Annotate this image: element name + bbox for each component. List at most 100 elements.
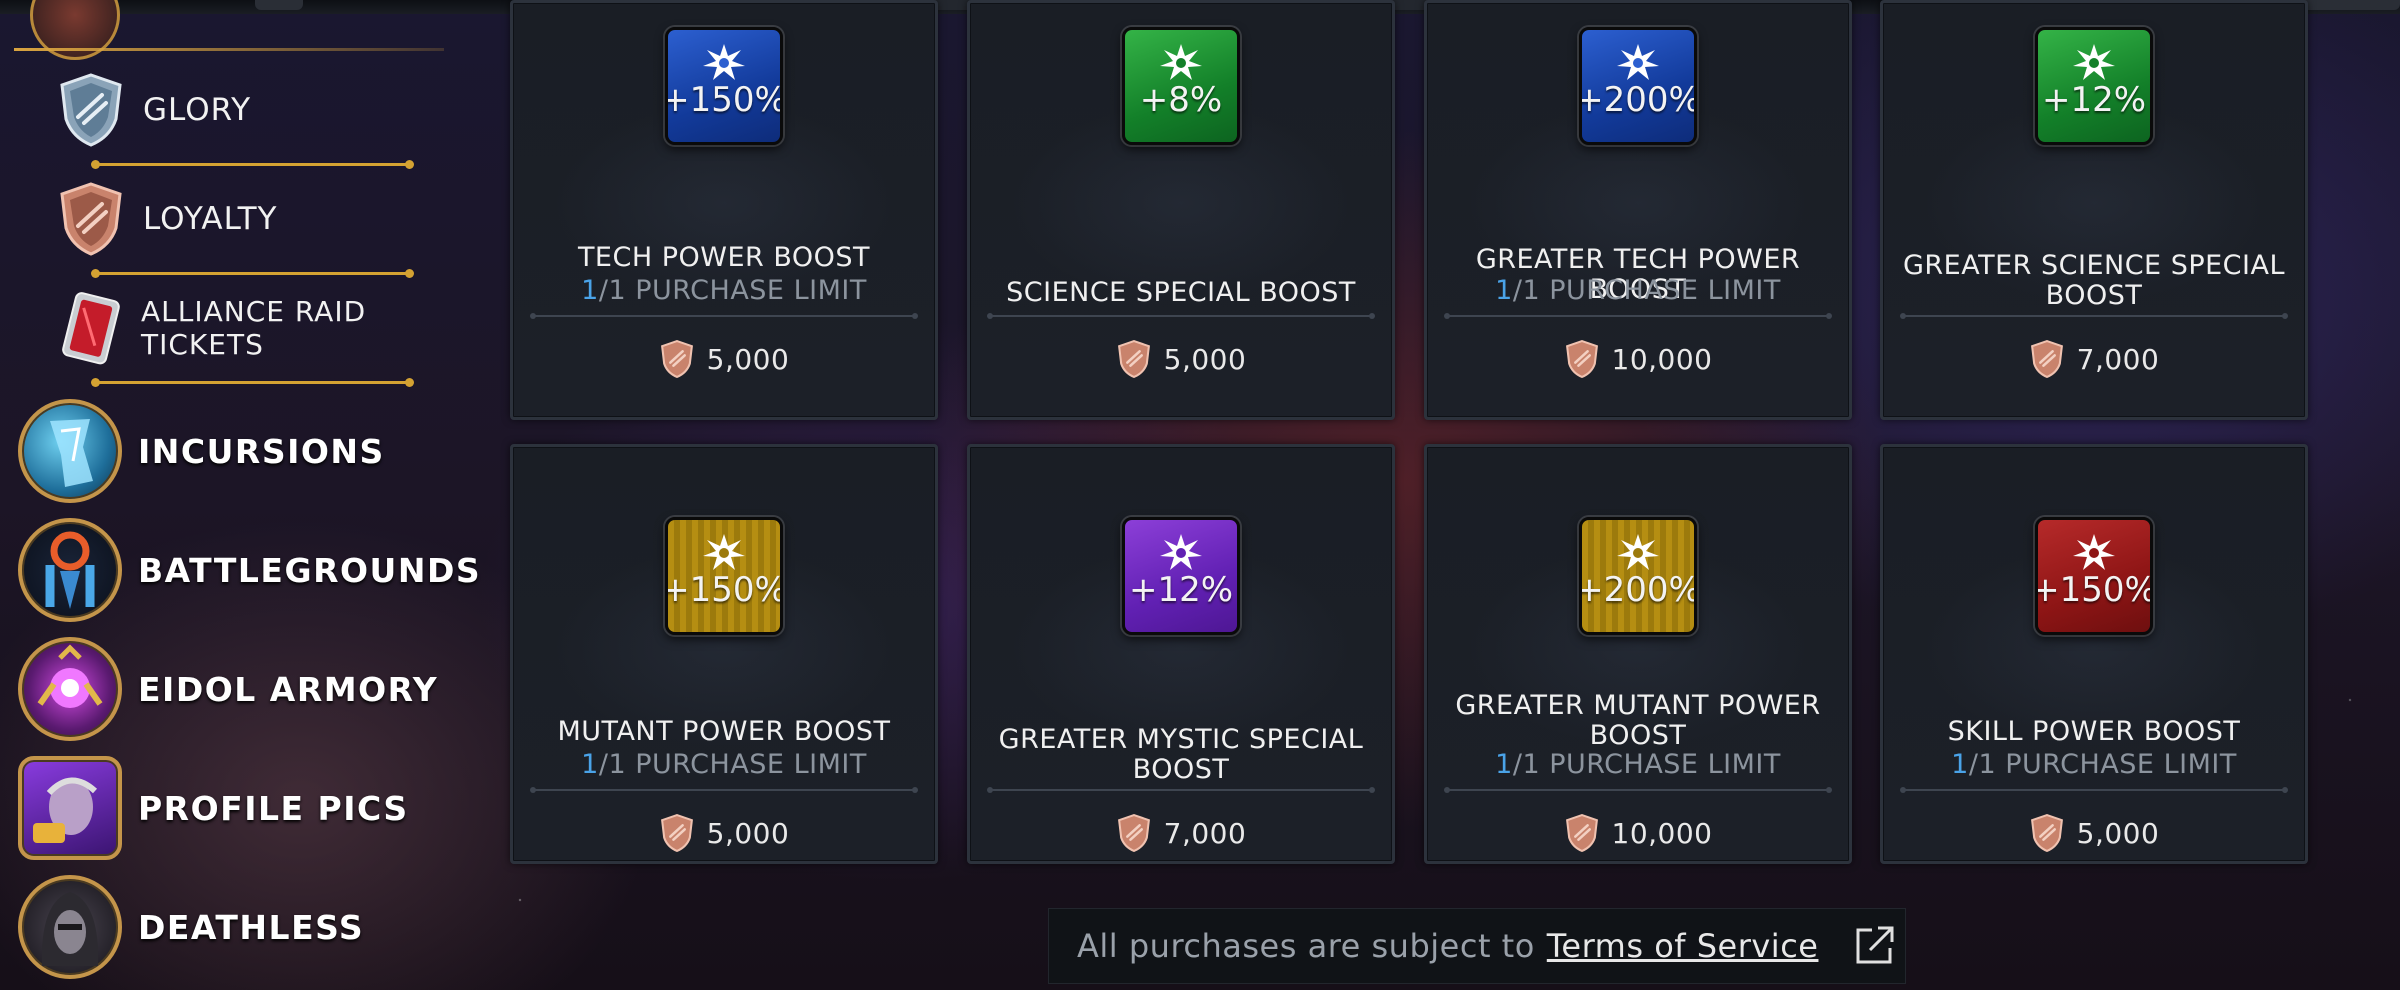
profile-pics-icon [18, 756, 122, 860]
sidebar-item-loyalty[interactable]: LOYALTY [55, 174, 277, 264]
incursions-icon [18, 399, 122, 503]
purchase-limit-text: /1 PURCHASE LIMIT [1968, 749, 2237, 780]
loyalty-shield-icon [55, 179, 127, 259]
mystic-class-icon [1160, 534, 1202, 570]
product-name: TECH POWER BOOST [577, 242, 871, 273]
sidebar-item-eidol-armory[interactable]: EIDOL ARMORY [18, 634, 438, 744]
purchase-limit-text: /1 PURCHASE LIMIT [1512, 275, 1781, 306]
purchase-limit-text: /1 PURCHASE LIMIT [598, 275, 867, 306]
tech-class-icon [703, 44, 745, 80]
price: 7,000 [1883, 339, 2305, 379]
purchase-count: 1 [581, 275, 599, 306]
loyalty-shield-icon [660, 813, 693, 853]
product-name: SCIENCE SPECIAL BOOST [1006, 277, 1356, 308]
boost-tile: +8% [1122, 27, 1240, 145]
divider [987, 787, 1375, 793]
boost-tile: +150% [2035, 517, 2153, 635]
boost-value: +200% [1579, 80, 1697, 120]
price: 7,000 [970, 813, 1392, 853]
loyalty-shield-icon [1117, 339, 1150, 379]
price-amount: 7,000 [2076, 342, 2160, 376]
price: 5,000 [513, 339, 935, 379]
divider [1900, 313, 2288, 319]
loyalty-shield-icon [2030, 339, 2063, 379]
purchase-count: 1 [1495, 749, 1513, 780]
boost-value: +200% [1579, 570, 1697, 610]
product-card[interactable]: +150% MUTANT POWER BOOST 1/1 PURCHASE LI… [510, 444, 938, 864]
glory-shield-icon [55, 70, 127, 150]
price: 10,000 [1427, 813, 1849, 853]
loyalty-shield-icon [660, 339, 693, 379]
sidebar-item-incursions[interactable]: INCURSIONS [18, 396, 385, 506]
price: 10,000 [1427, 339, 1849, 379]
loyalty-shield-icon [1565, 339, 1598, 379]
sidebar-item-label: GLORY [143, 92, 252, 128]
sidebar-item-glory[interactable]: GLORY [55, 65, 251, 155]
category-header-icon [30, 0, 120, 60]
purchase-limit: 1/1 PURCHASE LIMIT [513, 275, 935, 306]
tech-class-icon [1617, 44, 1659, 80]
boost-value: +12% [1128, 570, 1234, 610]
sidebar: GLORY LOYALTY ALLIANCE RAID TICKETS INCU… [0, 0, 480, 990]
external-link-icon[interactable] [1852, 924, 1896, 968]
boost-tile: +200% [1579, 517, 1697, 635]
divider [91, 378, 414, 387]
deathless-icon [18, 875, 122, 979]
price-amount: 5,000 [2076, 816, 2160, 850]
price: 5,000 [1883, 813, 2305, 853]
price-amount: 5,000 [706, 816, 790, 850]
price-amount: 10,000 [1611, 816, 1713, 850]
sidebar-item-label: ALLIANCE RAID TICKETS [141, 295, 367, 361]
loyalty-shield-icon [1117, 813, 1150, 853]
product-name: SKILL POWER BOOST [1947, 716, 2241, 747]
product-card[interactable]: +200% GREATER MUTANT POWER BOOST 1/1 PUR… [1424, 444, 1852, 864]
price-amount: 10,000 [1611, 342, 1713, 376]
boost-value: +12% [2041, 80, 2147, 120]
raid-ticket-icon [55, 288, 125, 368]
product-name: GREATER SCIENCE SPECIAL BOOST [1902, 250, 2286, 311]
purchase-limit-text: /1 PURCHASE LIMIT [1512, 749, 1781, 780]
sidebar-item-label: EIDOL ARMORY [138, 669, 439, 709]
product-card[interactable]: +150% SKILL POWER BOOST 1/1 PURCHASE LIM… [1880, 444, 2308, 864]
product-card[interactable]: +150% TECH POWER BOOST 1/1 PURCHASE LIMI… [510, 0, 938, 420]
product-card[interactable]: +12% GREATER MYSTIC SPECIAL BOOST 7,000 [967, 444, 1395, 864]
purchase-count: 1 [1495, 275, 1513, 306]
product-name: MUTANT POWER BOOST [557, 716, 891, 747]
divider [530, 787, 918, 793]
sidebar-item-label: PROFILE PICS [138, 788, 409, 828]
purchase-limit: 1/1 PURCHASE LIMIT [513, 749, 935, 780]
product-card[interactable]: +200% GREATER TECH POWER BOOST 1/1 PURCH… [1424, 0, 1852, 420]
sidebar-item-label: INCURSIONS [138, 431, 385, 471]
divider [987, 313, 1375, 319]
purchase-count: 1 [1951, 749, 1969, 780]
header-divider [14, 48, 444, 51]
terms-of-service-link[interactable]: Terms of Service [1547, 927, 1819, 965]
product-card[interactable]: +12% GREATER SCIENCE SPECIAL BOOST 7,000 [1880, 0, 2308, 420]
boost-value: +8% [1139, 80, 1223, 120]
science-class-icon [2073, 44, 2115, 80]
product-card[interactable]: +8% SCIENCE SPECIAL BOOST 5,000 [967, 0, 1395, 420]
boost-value: +150% [665, 80, 783, 120]
boost-tile: +150% [665, 517, 783, 635]
sidebar-item-alliance-raid-tickets[interactable]: ALLIANCE RAID TICKETS [55, 283, 470, 373]
sidebar-item-label: BATTLEGROUNDS [138, 550, 482, 590]
mutant-class-icon [703, 534, 745, 570]
sidebar-item-battlegrounds[interactable]: BATTLEGROUNDS [18, 515, 481, 625]
divider [1900, 787, 2288, 793]
skill-class-icon [2073, 534, 2115, 570]
purchase-limit: 1/1 PURCHASE LIMIT [1427, 275, 1849, 306]
science-class-icon [1160, 44, 1202, 80]
sidebar-item-deathless[interactable]: DEATHLESS [18, 872, 364, 982]
loyalty-shield-icon [1565, 813, 1598, 853]
boost-value: +150% [2035, 570, 2153, 610]
sidebar-item-label: LOYALTY [143, 201, 278, 237]
purchase-count: 1 [581, 749, 599, 780]
boost-value: +150% [665, 570, 783, 610]
price: 5,000 [970, 339, 1392, 379]
boost-tile: +12% [2035, 27, 2153, 145]
price-amount: 5,000 [706, 342, 790, 376]
boost-tile: +200% [1579, 27, 1697, 145]
terms-text: All purchases are subject to [1077, 927, 1535, 965]
sidebar-item-profile-pics[interactable]: PROFILE PICS [18, 753, 409, 863]
product-name: GREATER MYSTIC SPECIAL BOOST [998, 724, 1364, 785]
